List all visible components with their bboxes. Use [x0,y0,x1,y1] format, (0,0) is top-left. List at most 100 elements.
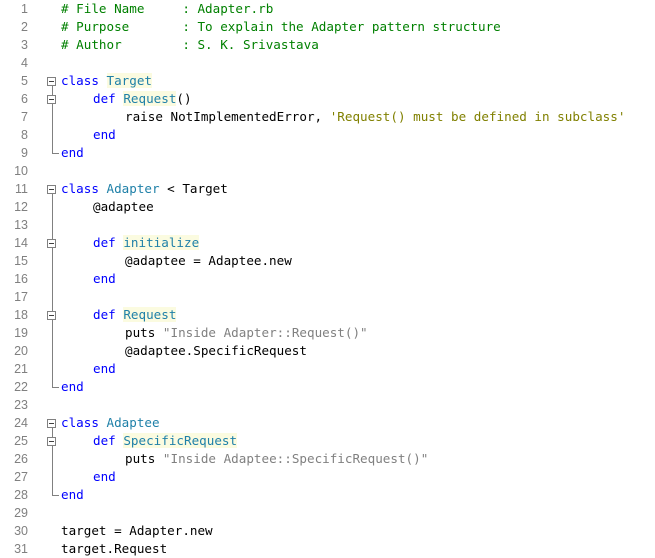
class-name: Adaptee [106,415,160,430]
code-line-19[interactable]: puts "Inside Adapter::Request()" [125,324,368,342]
line-number: 15 [14,254,28,268]
keyword: end [61,487,84,502]
fold-toggle-icon[interactable] [47,77,56,86]
method-name: initialize [123,235,200,250]
string-literal: "Inside Adaptee::SpecificRequest()" [162,451,429,466]
code-line-7[interactable]: raise NotImplementedError, 'Request() mu… [125,108,625,126]
line-number: 23 [14,398,28,412]
line-number: 5 [21,74,28,88]
code-line-2[interactable]: # Purpose : To explain the Adapter patte… [61,18,501,36]
fold-end-marker [52,381,59,388]
code-text: puts [125,325,163,340]
keyword: end [61,145,84,160]
line-number: 11 [15,182,28,196]
keyword: class [61,415,99,430]
class-name: Adapter [106,181,160,196]
line-number: 4 [21,56,28,70]
code-line-31[interactable]: target.Request [61,540,167,558]
instance-variable: @adaptee [93,199,154,214]
fold-toggle-icon[interactable] [47,311,56,320]
code-text: target.Request [61,541,168,556]
line-number: 13 [14,218,28,232]
code-line-26[interactable]: puts "Inside Adaptee::SpecificRequest()" [125,450,428,468]
method-name: SpecificRequest [123,433,238,448]
fold-toggle-icon[interactable] [47,419,56,428]
code-line-25[interactable]: def SpecificRequest [93,432,238,450]
line-number: 1 [21,2,28,16]
comment: # Author : S. K. Srivastava [61,37,319,52]
code-line-28[interactable]: end [61,486,84,504]
code-line-5[interactable]: class Target [61,72,153,90]
code-line-9[interactable]: end [61,144,84,162]
line-number: 3 [21,38,28,52]
code-line-27[interactable]: end [93,468,116,486]
line-number: 31 [14,542,28,556]
keyword: class [61,73,99,88]
code-line-12[interactable]: @adaptee [93,198,154,216]
code-text: raise NotImplementedError, [125,109,330,124]
line-number: 28 [14,488,28,502]
keyword: def [93,91,116,106]
string-literal: 'Request() must be defined in subclass' [329,109,626,124]
keyword: end [61,379,84,394]
line-number: 17 [14,290,28,304]
line-number: 6 [21,92,28,106]
comment: # Purpose : To explain the Adapter patte… [61,19,501,34]
line-number: 19 [14,326,28,340]
line-number: 2 [21,20,28,34]
line-number: 10 [14,164,28,178]
line-number: 22 [14,380,28,394]
keyword: end [93,127,116,142]
code-line-18[interactable]: def Request [93,306,177,324]
fold-toggle-icon[interactable] [47,437,56,446]
line-number: 29 [14,506,28,520]
class-name: Target [106,73,153,88]
fold-line [52,194,53,381]
keyword: class [61,181,99,196]
fold-toggle-icon[interactable] [47,185,56,194]
keyword: end [93,469,116,484]
code-line-14[interactable]: def initialize [93,234,200,252]
line-number: 26 [14,452,28,466]
line-number: 27 [14,470,28,484]
keyword: def [93,433,116,448]
keyword: def [93,307,116,322]
line-number: 16 [14,272,28,286]
line-number: 14 [14,236,28,250]
method-name: Request [123,307,177,322]
fold-end-marker [52,147,59,154]
code-editor[interactable]: 1 2 3 4 5 6 7 8 9 10 11 12 13 14 15 16 17 18 19 20 21 22 23 24 2… [0,0,655,558]
code-text: puts [125,451,163,466]
fold-end-marker [52,489,59,496]
string-literal: "Inside Adapter::Request()" [162,325,368,340]
line-number: 18 [14,308,28,322]
code-line-30[interactable]: target = Adapter.new [61,522,213,540]
code-line-16[interactable]: end [93,270,116,288]
line-number: 9 [21,146,28,160]
code-line-8[interactable]: end [93,126,116,144]
code-line-21[interactable]: end [93,360,116,378]
code-line-6[interactable]: def Request() [93,90,192,108]
comment: # File Name : Adapter.rb [61,1,274,16]
code-line-24[interactable]: class Adaptee [61,414,160,432]
code-text: @adaptee = Adaptee.new [125,253,292,268]
code-line-15[interactable]: @adaptee = Adaptee.new [125,252,292,270]
line-number: 25 [14,434,28,448]
line-number: 7 [21,110,28,124]
code-line-1[interactable]: # File Name : Adapter.rb [61,0,273,18]
fold-toggle-icon[interactable] [47,95,56,104]
line-number: 24 [14,416,28,430]
code-text: @adaptee.SpecificRequest [125,343,307,358]
line-number: 12 [14,200,28,214]
code-line-11[interactable]: class Adapter < Target [61,180,228,198]
code-line-20[interactable]: @adaptee.SpecificRequest [125,342,307,360]
keyword: end [93,361,116,376]
fold-toggle-icon[interactable] [47,239,56,248]
method-name: Request [123,91,177,106]
code-text: target = Adapter.new [61,523,213,538]
line-number: 21 [14,362,28,376]
code-text: < Target [159,181,228,196]
code-line-3[interactable]: # Author : S. K. Srivastava [61,36,319,54]
code-line-22[interactable]: end [61,378,84,396]
keyword: end [93,271,116,286]
